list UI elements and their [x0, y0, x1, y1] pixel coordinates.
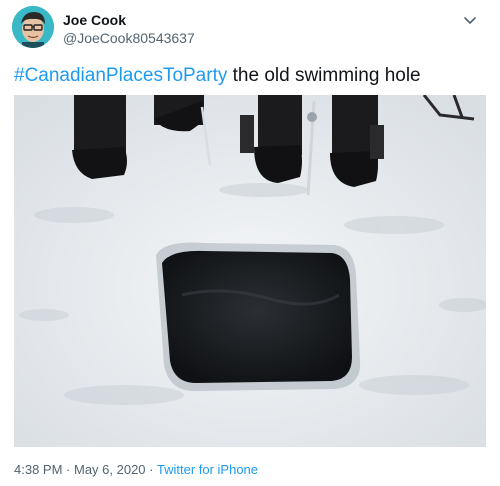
meta-separator: ·: [62, 462, 74, 477]
meta-separator-2: ·: [145, 462, 157, 477]
tweet-date[interactable]: May 6, 2020: [74, 462, 146, 477]
tweet-source-link[interactable]: Twitter for iPhone: [157, 462, 258, 477]
hashtag-link[interactable]: #CanadianPlacesToParty: [14, 65, 227, 86]
tweet-body: the old swimming hole: [227, 65, 421, 86]
tweet-meta: 4:38 PM · May 6, 2020 · Twitter for iPho…: [14, 462, 258, 478]
tweet-card: Joe Cook @JoeCook80543637 #CanadianPlace…: [0, 0, 500, 486]
author-block: Joe Cook @JoeCook80543637: [63, 11, 195, 47]
display-name[interactable]: Joe Cook: [63, 11, 195, 29]
avatar-face-icon: [12, 6, 54, 48]
ice-hole-image: [14, 95, 486, 447]
chevron-down-icon[interactable]: [462, 12, 478, 28]
tweet-text: #CanadianPlacesToParty the old swimming …: [14, 64, 421, 88]
tweet-time[interactable]: 4:38 PM: [14, 462, 62, 477]
user-handle[interactable]: @JoeCook80543637: [63, 29, 195, 47]
avatar[interactable]: [12, 6, 54, 48]
tweet-media[interactable]: [14, 95, 486, 447]
